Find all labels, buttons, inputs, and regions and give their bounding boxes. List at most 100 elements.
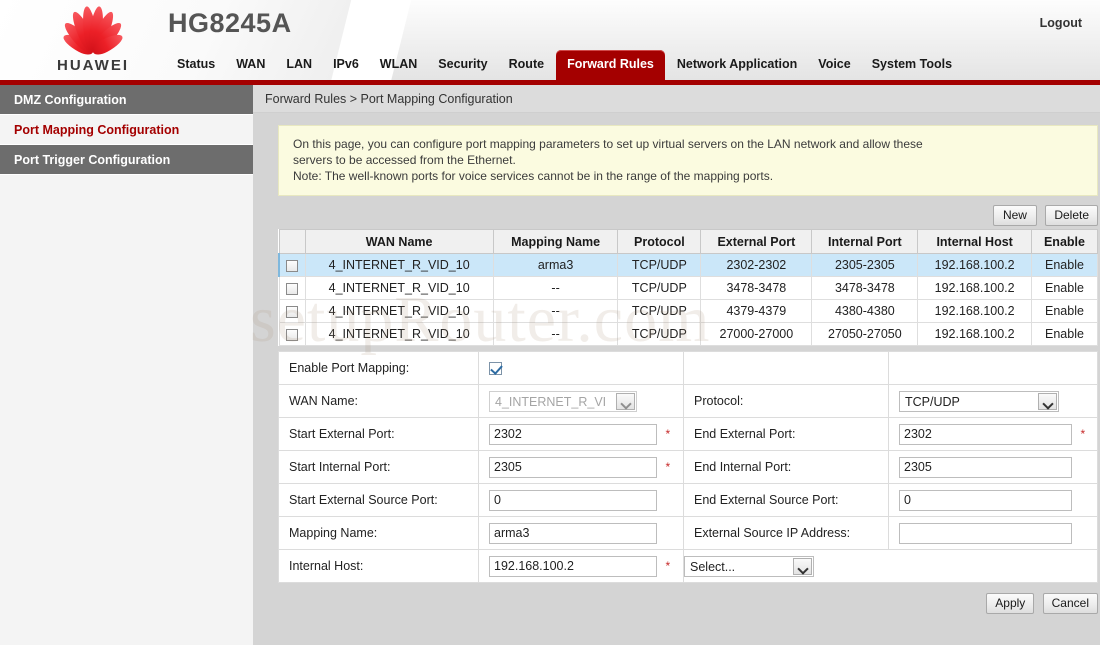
start-external-port-cell: *	[478, 417, 684, 451]
huawei-logo: HUAWEI	[18, 4, 168, 80]
protocol-label: Protocol:	[683, 384, 889, 418]
apply-button[interactable]: Apply	[986, 593, 1035, 614]
cell-mapping-name: --	[492, 276, 619, 300]
internal-host-input[interactable]	[489, 555, 657, 577]
table-header-internal-port: Internal Port	[811, 229, 919, 254]
mapping-name-cell	[478, 516, 684, 550]
cell-wan-name: 4_INTERNET_R_VID_10	[304, 253, 494, 277]
row-checkbox-cell	[278, 299, 306, 323]
cell-internal-port: 3478-3478	[811, 276, 919, 300]
nav-item-system-tools[interactable]: System Tools	[863, 50, 961, 78]
cancel-button[interactable]: Cancel	[1042, 593, 1098, 614]
protocol-cell: TCP/UDP	[888, 384, 1098, 418]
logout-button[interactable]: Logout	[1040, 16, 1082, 30]
nav-item-route[interactable]: Route	[500, 50, 553, 78]
nav-item-wlan[interactable]: WLAN	[371, 50, 427, 78]
cell-mapping-name: arma3	[492, 253, 619, 277]
form-row-external-source-port: Start External Source Port: End External…	[278, 483, 1098, 517]
start-internal-port-cell: *	[478, 450, 684, 484]
page-body: DMZ Configuration Port Mapping Configurat…	[0, 85, 1100, 645]
required-marker: *	[1080, 427, 1086, 441]
wan-name-label: WAN Name:	[278, 384, 479, 418]
cell-internal-host: 192.168.100.2	[917, 322, 1032, 346]
nav-item-wan[interactable]: WAN	[227, 50, 274, 78]
row-checkbox[interactable]	[286, 282, 298, 295]
delete-button[interactable]: Delete	[1045, 205, 1098, 226]
nav-item-status[interactable]: Status	[168, 50, 224, 78]
row-checkbox[interactable]	[286, 305, 298, 318]
table-header-wan-name: WAN Name	[304, 229, 494, 254]
internal-host-select-value: Select...	[690, 559, 736, 574]
nav-item-lan[interactable]: LAN	[277, 50, 321, 78]
cell-internal-port: 27050-27050	[811, 322, 919, 346]
internal-host-cell: *	[478, 549, 684, 583]
end-external-source-port-cell	[888, 483, 1098, 517]
table-row[interactable]: 4_INTERNET_R_VID_10 arma3 TCP/UDP 2302-2302…	[278, 253, 1099, 277]
cell-internal-port: 4380-4380	[811, 299, 919, 323]
mapping-name-label: Mapping Name:	[278, 516, 479, 550]
form-row-internal-host: Internal Host: * Select...	[278, 549, 1098, 583]
cell-wan-name: 4_INTERNET_R_VID_10	[304, 299, 494, 323]
start-external-source-port-input[interactable]	[489, 489, 657, 511]
end-external-source-port-label: End External Source Port:	[683, 483, 889, 517]
cell-protocol: TCP/UDP	[617, 322, 702, 346]
form-actions: Apply Cancel	[278, 593, 1098, 614]
table-header-external-port: External Port	[700, 229, 813, 254]
notice-line-3: Note: The well-known ports for voice ser…	[293, 169, 774, 183]
cell-enable: Enable	[1030, 276, 1099, 300]
sidebar-item-port-mapping-configuration[interactable]: Port Mapping Configuration	[0, 115, 253, 145]
nav-item-voice[interactable]: Voice	[809, 50, 859, 78]
sidebar-item-port-trigger-configuration[interactable]: Port Trigger Configuration	[0, 145, 253, 175]
brand-name: HUAWEI	[57, 57, 129, 74]
cell-mapping-name: --	[492, 322, 619, 346]
required-marker: *	[665, 427, 671, 441]
end-external-port-input[interactable]	[899, 423, 1072, 445]
form-row-internal-port: Start Internal Port: * End Internal Port…	[278, 450, 1098, 484]
protocol-select[interactable]: TCP/UDP	[899, 390, 1059, 412]
nav-item-network-application[interactable]: Network Application	[668, 50, 806, 78]
wan-name-select[interactable]: 4_INTERNET_R_VI	[489, 390, 637, 412]
info-notice: On this page, you can configure port map…	[278, 125, 1098, 196]
start-external-source-port-cell	[478, 483, 684, 517]
mapping-name-input[interactable]	[489, 522, 657, 544]
page-title: HG8245A	[168, 8, 292, 38]
start-internal-port-input[interactable]	[489, 456, 657, 478]
row-checkbox[interactable]	[286, 328, 298, 341]
row-checkbox[interactable]	[286, 259, 299, 272]
table-row[interactable]: 4_INTERNET_R_VID_10 -- TCP/UDP 27000-27000 2…	[278, 322, 1099, 346]
cell-mapping-name: --	[492, 299, 619, 323]
internal-host-select[interactable]: Select...	[684, 555, 814, 577]
enable-port-mapping-checkbox[interactable]	[489, 362, 502, 376]
page-header: HUAWEI HG8245A Logout Status WAN LAN IPv6 WL…	[0, 0, 1100, 85]
nav-item-ipv6[interactable]: IPv6	[324, 50, 368, 78]
chevron-down-icon	[616, 392, 635, 410]
nav-item-forward-rules[interactable]: Forward Rules	[556, 50, 665, 80]
content-area: Forward Rules > Port Mapping Configurati…	[253, 85, 1100, 645]
start-external-port-input[interactable]	[489, 423, 657, 445]
end-internal-port-input[interactable]	[899, 456, 1072, 478]
external-source-ip-cell	[888, 516, 1098, 550]
end-internal-port-label: End Internal Port:	[683, 450, 889, 484]
cell-enable: Enable	[1030, 253, 1099, 277]
new-button[interactable]: New	[992, 205, 1037, 226]
table-row[interactable]: 4_INTERNET_R_VID_10 -- TCP/UDP 3478-3478 347…	[278, 276, 1099, 300]
form-row-external-port: Start External Port: * End External Port…	[278, 417, 1098, 451]
main-navigation: Status WAN LAN IPv6 WLAN Security Route Forward…	[168, 50, 1100, 80]
end-external-source-port-input[interactable]	[899, 489, 1072, 511]
chevron-down-icon	[793, 557, 812, 575]
notice-line-2: servers to be accessed from the Ethernet…	[293, 153, 516, 167]
sidebar-item-dmz-configuration[interactable]: DMZ Configuration	[0, 85, 253, 115]
cell-internal-host: 192.168.100.2	[917, 299, 1032, 323]
table-toolbar: New Delete	[278, 205, 1098, 226]
table-header-enable: Enable	[1030, 229, 1099, 254]
port-mapping-form: Enable Port Mapping: WAN Name: 4_INTERNE…	[278, 351, 1098, 583]
cell-external-port: 3478-3478	[700, 276, 813, 300]
breadcrumb: Forward Rules > Port Mapping Configurati…	[253, 85, 1100, 113]
table-header-mapping-name: Mapping Name	[492, 229, 619, 254]
table-row[interactable]: 4_INTERNET_R_VID_10 -- TCP/UDP 4379-4379 438…	[278, 299, 1099, 323]
external-source-ip-input[interactable]	[899, 522, 1072, 544]
cell-internal-port: 2305-2305	[811, 253, 919, 277]
end-internal-port-cell	[888, 450, 1098, 484]
start-external-source-port-label: Start External Source Port:	[278, 483, 479, 517]
nav-item-security[interactable]: Security	[429, 50, 496, 78]
